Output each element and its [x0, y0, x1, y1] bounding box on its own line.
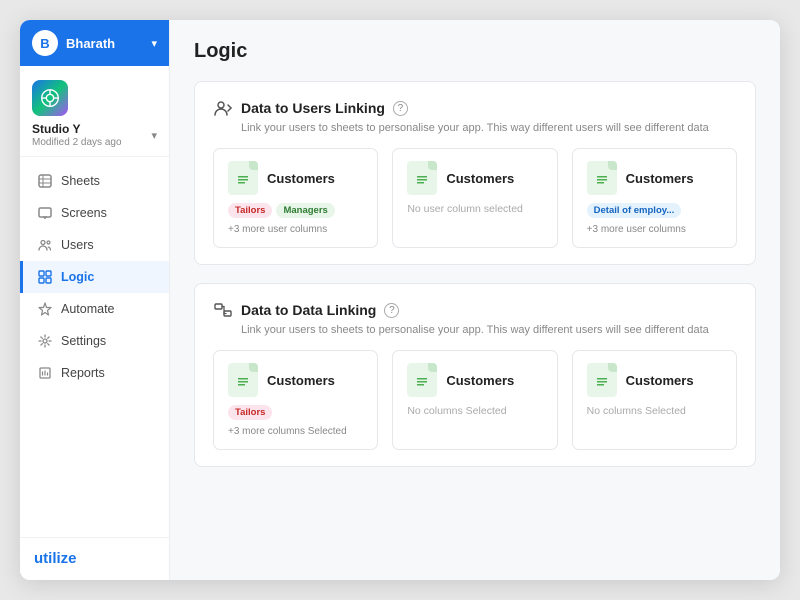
- tag-tailors-u1: Tailors: [228, 203, 272, 218]
- sheet-doc-icon-u1: [228, 161, 258, 195]
- users-cards-row: Customers Tailors Managers +3 more user …: [213, 148, 737, 248]
- sidebar-nav: Sheets Screens: [20, 157, 169, 537]
- app-info: Studio Y Modified 2 days ago ▾: [20, 66, 169, 157]
- sidebar: B Bharath ▾ Studio Y Modified 2 days ago: [20, 20, 170, 580]
- app-chevron-icon: ▾: [151, 129, 157, 142]
- sheet-doc-icon-d3: [587, 363, 617, 397]
- section-desc-users: Link your users to sheets to personalise…: [241, 122, 737, 134]
- app-logo-icon: [39, 87, 61, 109]
- reports-icon: [37, 365, 53, 381]
- sidebar-label-users: Users: [61, 238, 94, 252]
- tag-tailors-d1: Tailors: [228, 405, 272, 420]
- card-name-d3: Customers: [626, 373, 694, 388]
- help-icon-users[interactable]: ?: [393, 101, 408, 116]
- card-tags-u3: Detail of employ... +3 more user columns: [587, 203, 722, 237]
- data-link-icon: [213, 300, 233, 320]
- sidebar-item-logic[interactable]: Logic: [20, 261, 169, 293]
- card-name-d1: Customers: [267, 373, 335, 388]
- extra-d1: +3 more columns Selected: [228, 424, 347, 439]
- user-name: Bharath: [66, 36, 143, 51]
- no-col-d2: No columns Selected: [407, 405, 506, 425]
- sheet-doc-icon-d2: [407, 363, 437, 397]
- extra-u3: +3 more user columns: [587, 222, 686, 237]
- users-link-icon: [213, 98, 233, 118]
- sidebar-footer: utilize: [20, 537, 169, 580]
- card-header-u1: Customers: [228, 161, 363, 195]
- no-col-d3: No columns Selected: [587, 405, 686, 425]
- sheet-card-u2[interactable]: Customers No user column selected: [392, 148, 557, 248]
- card-name-d2: Customers: [446, 373, 514, 388]
- tag-managers-u1: Managers: [276, 203, 334, 218]
- tag-detail-u3: Detail of employ...: [587, 203, 682, 218]
- sidebar-item-automate[interactable]: Automate: [20, 293, 169, 325]
- sheet-card-d3[interactable]: Customers No columns Selected: [572, 350, 737, 450]
- app-icon: [32, 80, 68, 116]
- no-col-u2: No user column selected: [407, 203, 523, 223]
- help-icon-data[interactable]: ?: [384, 303, 399, 318]
- section-title-users: Data to Users Linking: [241, 100, 385, 116]
- card-header-u2: Customers: [407, 161, 542, 195]
- section-header-data: Data to Data Linking ?: [213, 300, 737, 320]
- sidebar-label-settings: Settings: [61, 334, 106, 348]
- data-to-data-section: Data to Data Linking ? Link your users t…: [194, 283, 756, 467]
- sheet-card-u1[interactable]: Customers Tailors Managers +3 more user …: [213, 148, 378, 248]
- brand-label: utilize: [34, 550, 77, 567]
- card-name-u1: Customers: [267, 171, 335, 186]
- section-desc-data: Link your users to sheets to personalise…: [241, 324, 737, 336]
- sidebar-item-screens[interactable]: Screens: [20, 197, 169, 229]
- sidebar-item-settings[interactable]: Settings: [20, 325, 169, 357]
- card-tags-d1: Tailors +3 more columns Selected: [228, 405, 363, 439]
- logic-icon: [37, 269, 53, 285]
- data-to-users-section: Data to Users Linking ? Link your users …: [194, 81, 756, 265]
- sidebar-label-reports: Reports: [61, 366, 105, 380]
- card-tags-d3: No columns Selected: [587, 405, 722, 425]
- automate-icon: [37, 301, 53, 317]
- data-cards-row: Customers Tailors +3 more columns Select…: [213, 350, 737, 450]
- card-tags-u1: Tailors Managers +3 more user columns: [228, 203, 363, 237]
- sidebar-label-screens: Screens: [61, 206, 107, 220]
- card-header-d1: Customers: [228, 363, 363, 397]
- sidebar-item-sheets[interactable]: Sheets: [20, 165, 169, 197]
- sheet-card-u3[interactable]: Customers Detail of employ... +3 more us…: [572, 148, 737, 248]
- card-tags-u2: No user column selected: [407, 203, 542, 223]
- app-container: B Bharath ▾ Studio Y Modified 2 days ago: [20, 20, 780, 580]
- sidebar-label-sheets: Sheets: [61, 174, 100, 188]
- avatar: B: [32, 30, 58, 56]
- extra-u1: +3 more user columns: [228, 222, 327, 237]
- sheet-card-d1[interactable]: Customers Tailors +3 more columns Select…: [213, 350, 378, 450]
- chevron-down-icon: ▾: [151, 37, 157, 50]
- app-modified: Modified 2 days ago: [32, 137, 122, 148]
- card-name-u3: Customers: [626, 171, 694, 186]
- sheet-doc-icon-u3: [587, 161, 617, 195]
- sidebar-label-automate: Automate: [61, 302, 115, 316]
- sheets-icon: [37, 173, 53, 189]
- users-icon: [37, 237, 53, 253]
- card-header-d2: Customers: [407, 363, 542, 397]
- card-tags-d2: No columns Selected: [407, 405, 542, 425]
- main-content: Logic Data to Users Linking ? Link your …: [170, 20, 780, 580]
- sheet-doc-icon-u2: [407, 161, 437, 195]
- sheet-card-d2[interactable]: Customers No columns Selected: [392, 350, 557, 450]
- sidebar-label-logic: Logic: [61, 270, 94, 284]
- settings-icon: [37, 333, 53, 349]
- sidebar-item-users[interactable]: Users: [20, 229, 169, 261]
- app-name-row[interactable]: Studio Y Modified 2 days ago ▾: [32, 122, 157, 148]
- page-title: Logic: [194, 40, 756, 63]
- sidebar-item-reports[interactable]: Reports: [20, 357, 169, 389]
- sheet-doc-icon-d1: [228, 363, 258, 397]
- section-title-data: Data to Data Linking: [241, 302, 376, 318]
- sidebar-header[interactable]: B Bharath ▾: [20, 20, 169, 66]
- section-header-users: Data to Users Linking ?: [213, 98, 737, 118]
- card-header-d3: Customers: [587, 363, 722, 397]
- screens-icon: [37, 205, 53, 221]
- app-name: Studio Y: [32, 122, 122, 136]
- card-header-u3: Customers: [587, 161, 722, 195]
- card-name-u2: Customers: [446, 171, 514, 186]
